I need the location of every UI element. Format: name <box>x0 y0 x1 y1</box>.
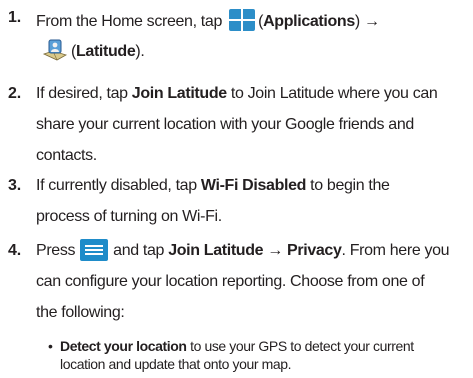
step-number: 4. <box>8 242 21 259</box>
bullet-dot: • <box>48 338 53 354</box>
step-text: If desired, tap Join Latitude to Join La… <box>36 85 438 164</box>
latitude-app-icon <box>42 38 68 64</box>
step-text: If currently disabled, tap Wi-Fi Disable… <box>36 177 390 225</box>
step-number: 1. <box>8 9 21 26</box>
step-number: 3. <box>8 177 21 194</box>
menu-key-icon <box>80 239 109 261</box>
applications-grid-icon <box>229 9 256 31</box>
step-text: Press and tap Join Latitude → Privacy. Fr… <box>36 238 468 326</box>
step-number: 2. <box>8 85 21 102</box>
instruction-document: 1. From the Home screen, tap (Applicatio… <box>0 0 473 378</box>
step-text: From the Home screen, tap (Applications)… <box>36 5 468 69</box>
